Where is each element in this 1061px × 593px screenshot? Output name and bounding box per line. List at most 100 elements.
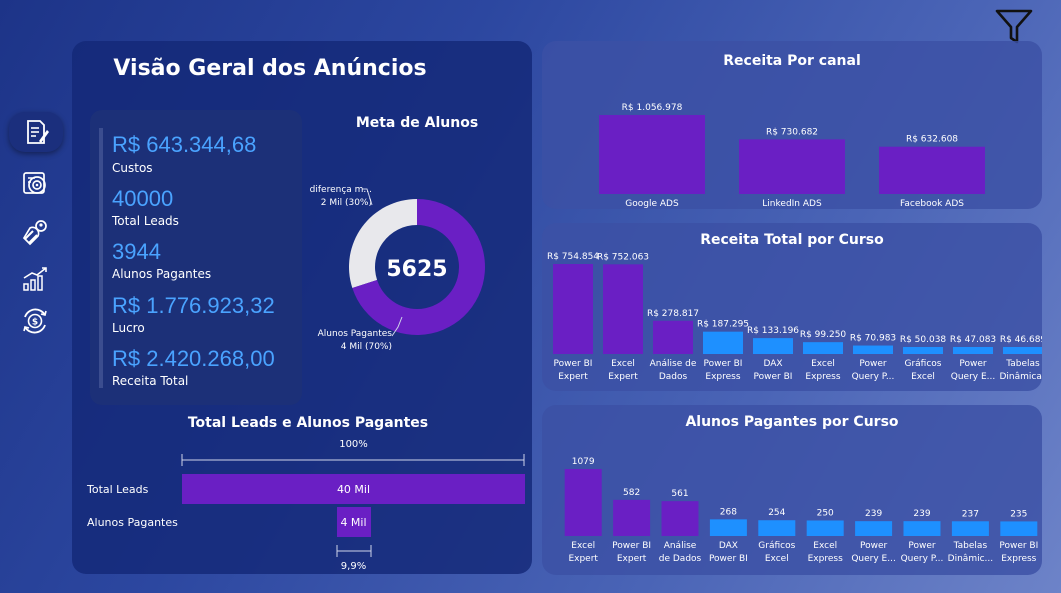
funnel-row-label-leads: Total Leads <box>87 483 149 496</box>
svg-text:$: $ <box>32 318 38 328</box>
bar-5[interactable] <box>806 520 844 536</box>
bar-3[interactable] <box>709 519 747 536</box>
kpi-leads-label: Total Leads <box>112 214 179 228</box>
bar-category-label: Gráficos <box>904 359 941 369</box>
donut-label-alunos-value: 4 Mil (70%) <box>340 342 392 352</box>
bar-9[interactable] <box>1003 347 1042 354</box>
bar-category-label: Tabelas <box>953 541 988 551</box>
bar-category-label: Power BI <box>704 359 743 369</box>
bar-value-label: 235 <box>1010 509 1027 519</box>
bar-category-label: Facebook ADS <box>900 199 964 209</box>
bar-value-label: R$ 70.983 <box>850 334 896 344</box>
bar-8[interactable] <box>953 347 993 354</box>
bar-value-label: R$ 187.295 <box>697 320 749 330</box>
kpi-alunos-label: Alunos Pagantes <box>112 267 212 281</box>
bar-category-label: de Dados <box>659 554 702 564</box>
bar-2[interactable] <box>653 320 693 354</box>
bar-category-label: Express <box>1001 554 1036 564</box>
bar-5[interactable] <box>803 342 843 354</box>
bar-category-label: Análise <box>664 541 697 551</box>
bar-6[interactable] <box>853 345 893 354</box>
bar-value-label: 268 <box>720 507 737 517</box>
bar-category-label: Expert <box>608 372 638 382</box>
kpi-receita-label: Receita Total <box>112 374 189 388</box>
bar-1[interactable] <box>603 264 643 354</box>
target-icon <box>23 172 46 194</box>
bar-1[interactable] <box>613 499 651 536</box>
funnel-bar-leads[interactable]: 40 Mil <box>182 474 525 504</box>
donut-label-diferenca-name: diferença m... <box>309 185 372 195</box>
bar-3[interactable] <box>703 331 743 354</box>
bar-category-label: Dados <box>659 372 688 382</box>
funnel-top-percent: 100% <box>339 439 368 450</box>
bar-category-label: Dinâmicas <box>999 372 1042 382</box>
bar-category-label: Query P... <box>852 372 895 382</box>
sidebar-item-magnet[interactable] <box>18 215 52 249</box>
bar-value-label: R$ 50.038 <box>900 335 947 345</box>
bar-category-label: Gráficos <box>758 541 795 551</box>
bar-value-label: R$ 99.250 <box>800 330 847 340</box>
bar-value-label: 582 <box>623 488 640 498</box>
receita-curso-panel: Receita Total por Curso R$ 754.854 Power … <box>542 223 1042 391</box>
kpi-accent-bar <box>99 128 103 388</box>
donut-label-diferenca-value: 2 Mil (30%) <box>320 198 372 208</box>
donut-label-alunos-name: Alunos Pagantes <box>317 329 392 339</box>
bar-8[interactable] <box>951 521 989 536</box>
funnel-bar-alunos[interactable]: 4 Mil <box>336 507 371 537</box>
bar-category-label: Express <box>705 372 740 382</box>
bar-category-label: Análise de <box>650 359 697 369</box>
receita-canal-chart: R$ 1.056.978 Google ADS R$ 730.682 LinkedIn… <box>599 103 985 209</box>
money-cycle-icon: $ <box>23 308 47 334</box>
kpi-custos-label: Custos <box>112 161 153 175</box>
bar-category-label: Power BI <box>999 541 1038 551</box>
bar-4[interactable] <box>758 520 796 536</box>
funnel-row-label-alunos: Alunos Pagantes <box>87 516 178 529</box>
bar-category-label: Query E... <box>951 372 995 382</box>
bar-value-label: R$ 752.063 <box>597 252 649 262</box>
bar-value-label: 250 <box>817 508 834 518</box>
bar-category-label: Expert <box>558 372 588 382</box>
sidebar-item-target[interactable] <box>18 165 52 199</box>
bar-category-label: Express <box>805 372 840 382</box>
bar-value-label: 254 <box>768 508 785 518</box>
receita-canal-panel: Receita Por canal R$ 1.056.978 Google ADS… <box>542 41 1042 209</box>
bar-category-label: Query P... <box>901 554 944 564</box>
sidebar-item-money[interactable]: $ <box>18 304 52 338</box>
bar-category-label: Excel <box>765 554 789 564</box>
funnel-bar-leads-label: 40 Mil <box>336 482 371 496</box>
report-icon <box>27 120 49 144</box>
bar-value-label: R$ 278.817 <box>647 309 699 319</box>
bar-category-label: DAX <box>763 359 782 369</box>
bar-category-label: Expert <box>617 554 647 564</box>
bar-7[interactable] <box>903 521 941 536</box>
bar-4[interactable] <box>753 338 793 354</box>
page-title: Visão Geral dos Anúncios <box>113 56 427 81</box>
bar-value-label: R$ 133.196 <box>747 326 799 336</box>
bar-category-label: Power <box>860 541 888 551</box>
donut-label-alunos: Alunos Pagantes 4 Mil (70%) <box>300 328 392 354</box>
bar-value-label: R$ 46.689 <box>1000 335 1042 345</box>
bar-category-label: Excel <box>571 541 595 551</box>
donut-center-value: 5625 <box>386 257 447 282</box>
sidebar-item-report[interactable] <box>9 112 63 152</box>
bar-value-label: R$ 47.083 <box>950 335 996 345</box>
receita-curso-chart: R$ 754.854 Power BI Expert R$ 752.063 Excel E… <box>547 252 1042 382</box>
bar-0[interactable] <box>564 469 602 536</box>
bar-9[interactable] <box>1000 521 1038 536</box>
donut-label-diferenca: diferença m... 2 Mil (30%) <box>302 184 372 210</box>
alunos-curso-panel: Alunos Pagantes por Curso 1079 Excel Exper… <box>542 405 1042 575</box>
bar-2[interactable] <box>661 501 699 536</box>
magnet-icon <box>22 220 47 246</box>
sidebar-item-growth[interactable] <box>18 262 52 296</box>
bar-category-label: Power BI <box>709 554 748 564</box>
bar-0[interactable] <box>553 264 593 354</box>
bar-1[interactable] <box>739 139 845 194</box>
bar-2[interactable] <box>879 146 985 194</box>
bar-value-label: 239 <box>913 509 930 519</box>
kpi-custos-value: R$ 643.344,68 <box>112 132 257 157</box>
bar-0[interactable] <box>599 115 705 194</box>
bar-6[interactable] <box>855 521 893 536</box>
kpi-leads-value: 40000 <box>112 186 174 211</box>
bar-category-label: Excel <box>911 372 935 382</box>
bar-7[interactable] <box>903 347 943 354</box>
